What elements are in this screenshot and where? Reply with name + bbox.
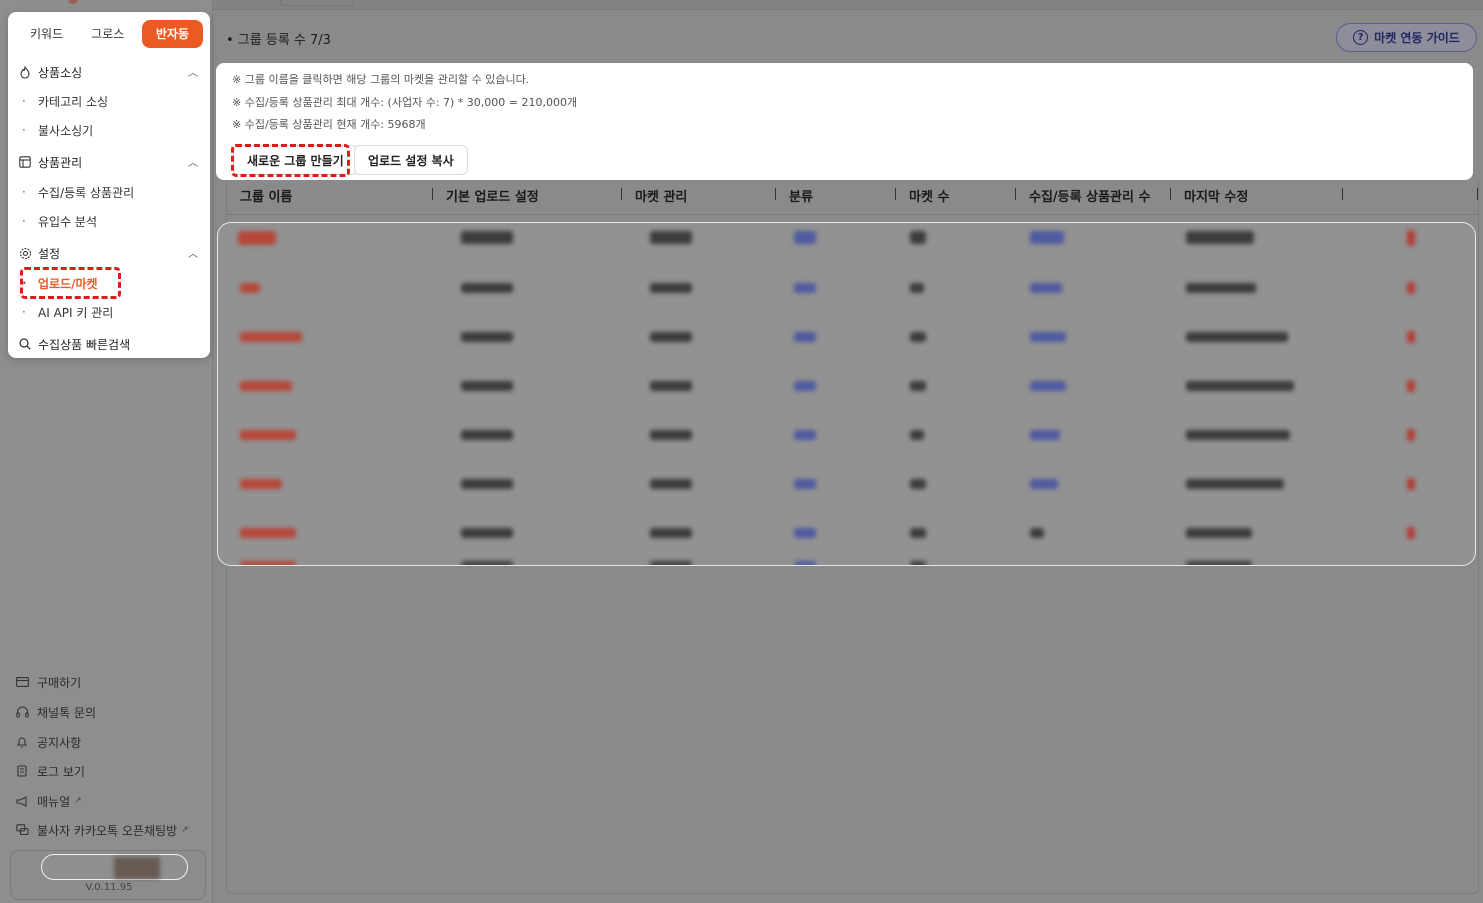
note-line: ※ 수집/등록 상품관리 최대 개수: (사업자 수: 7) * 30,000 … [232,96,578,109]
profile-pill[interactable] [41,854,188,880]
sidebar-item-product-manage[interactable]: · 수집/등록 상품관리 [8,179,210,205]
market-guide-button[interactable]: ? 마켓 연동 가이드 [1336,23,1477,52]
chevron-up-icon[interactable]: ︿ [188,245,198,260]
table-row[interactable] [218,321,1475,370]
gear-icon [18,246,32,260]
table-row[interactable] [218,223,1475,272]
sidebar-menu-card: 키워드 그로스 반자동 상품소싱 ︿ · 카테고리 소싱 · 불사소싱기 상품관리 … [8,12,210,358]
sidebar-section-sourcing[interactable]: 상품소싱 ︿ [8,59,210,85]
megaphone-icon [16,795,30,807]
note-line: ※ 그룹 이름을 클릭하면 해당 그룹의 마켓을 관리할 수 있습니다. [232,73,530,86]
sidebar-section-settings[interactable]: 설정 ︿ [8,240,210,266]
fire-icon [18,65,32,79]
info-card: ※ 그룹 이름을 클릭하면 해당 그룹의 마켓을 관리할 수 있습니다. ※ 수… [216,63,1473,180]
table-row[interactable] [218,370,1475,419]
scroll-icon [16,765,30,777]
sidebar-item-purchase[interactable]: 구매하기 [0,669,212,695]
table-row[interactable] [218,272,1475,321]
profile-box: V.0.11.95 [10,850,206,900]
table-row[interactable] [218,517,1475,565]
sidebar-item-bulsa-sourcer[interactable]: · 불사소싱기 [8,117,210,143]
table-row[interactable] [218,468,1475,517]
sidebar-item-manual[interactable]: 매뉴얼 ↗ [0,788,212,814]
layout-icon [18,155,32,169]
column-header[interactable]: 수집/등록 상품관리 수 [1029,186,1150,205]
tab-growth[interactable]: 그로스 [77,20,138,48]
table-row[interactable] [218,561,1475,565]
sidebar-item-notice[interactable]: 공지사항 [0,729,212,755]
note-line: ※ 수집/등록 상품관리 현재 개수: 5968개 [232,118,426,131]
sidebar-item-upload-market[interactable]: · 업로드/마켓 [8,270,210,296]
chevron-up-icon[interactable]: ︿ [188,154,198,169]
blurred-table-rows [217,222,1476,566]
app-version: V.0.11.95 [85,882,133,893]
sidebar-item-inflow-analysis[interactable]: · 유입수 분석 [8,208,210,234]
sidebar-item-category-sourcing[interactable]: · 카테고리 소싱 [8,88,210,114]
sidebar-item-kakao-openchat[interactable]: 불사자 카카오톡 오픈채팅방 ↗ [0,817,212,843]
tab-semi-auto[interactable]: 반자동 [141,20,203,48]
top-tab[interactable] [280,0,354,6]
new-group-button[interactable]: 새로운 그룹 만들기 [233,145,358,175]
sidebar-section-product[interactable]: 상품관리 ︿ [8,149,210,175]
column-header[interactable]: 마지막 수정 [1184,186,1248,205]
tab-keyword[interactable]: 키워드 [16,20,77,48]
external-link-icon: ↗ [74,796,82,806]
table-row[interactable] [218,419,1475,468]
headset-icon [16,706,30,718]
avatar [114,857,160,879]
sidebar-section-label: 상품소싱 [38,65,83,80]
column-header[interactable]: 그룹 이름 [240,186,292,205]
mode-segment: 키워드 그로스 반자동 [8,12,210,56]
group-count: • 그룹 등록 수 7/3 [226,33,331,48]
column-header[interactable]: 기본 업로드 설정 [446,186,539,205]
top-bar [213,0,1483,10]
sidebar-item-ai-api-key[interactable]: · AI API 키 관리 [8,299,210,325]
search-icon [18,337,32,351]
copy-upload-settings-button[interactable]: 업로드 설정 복사 [354,145,468,175]
card-icon [16,677,30,687]
table-header: 그룹 이름 기본 업로드 설정 마켓 관리 분류 마켓 수 수집/등록 상품관리… [226,181,1479,215]
column-header[interactable]: 분류 [789,186,813,205]
sidebar-item-logs[interactable]: 로그 보기 [0,758,212,784]
external-link-icon: ↗ [181,825,189,835]
bell-icon [16,736,30,748]
column-header[interactable]: 마켓 수 [909,186,949,205]
chevron-up-icon[interactable]: ︿ [188,64,198,79]
help-icon: ? [1353,30,1369,45]
chat-icon [16,824,30,836]
sidebar-item-channel-talk[interactable]: 채널톡 문의 [0,699,212,725]
column-header[interactable]: 마켓 관리 [635,186,687,205]
sidebar-section-label: 상품관리 [38,155,83,170]
sidebar-section-label: 설정 [38,246,61,261]
sidebar-item-quick-search[interactable]: 수집상품 빠른검색 [8,331,210,357]
